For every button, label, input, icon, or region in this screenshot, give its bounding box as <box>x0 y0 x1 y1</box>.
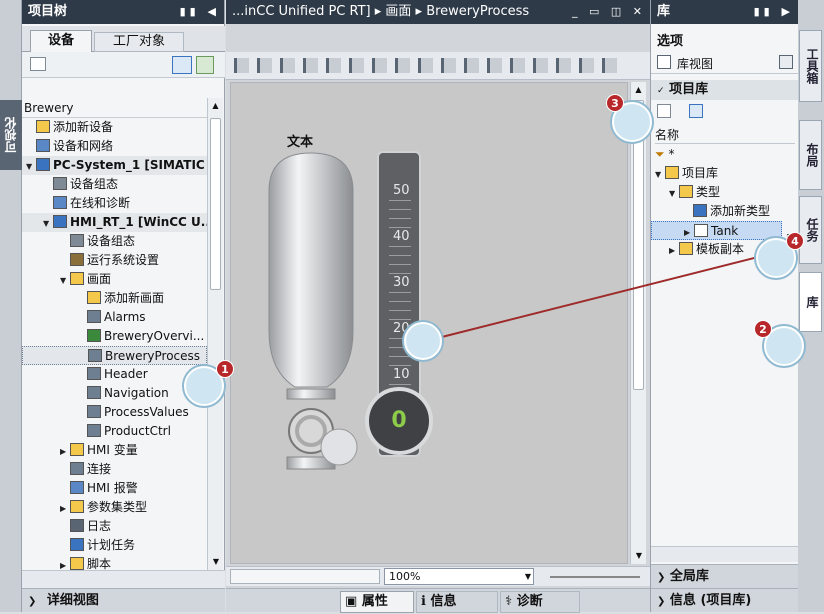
step-badge-2: 2 <box>754 320 772 338</box>
step-badge-1: 1 <box>216 360 234 378</box>
cursor-callout-canvas <box>404 322 442 360</box>
step-badge-4: 4 <box>786 232 804 250</box>
drag-line <box>429 253 771 341</box>
step-badge-3: 3 <box>606 94 624 112</box>
